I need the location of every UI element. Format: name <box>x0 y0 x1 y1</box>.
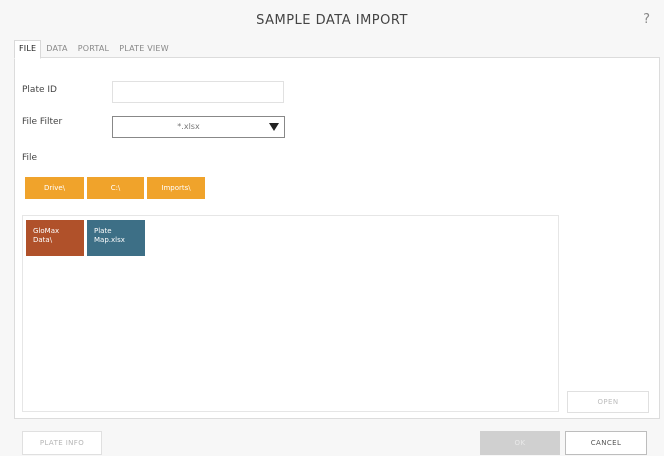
folder-tile-name: GloMax <box>33 227 60 235</box>
tab-file[interactable]: FILE <box>14 40 42 59</box>
file-tile-plate-map[interactable]: Plate Map.xlsx <box>87 220 145 256</box>
plate-id-label: Plate ID <box>22 85 57 95</box>
file-tab-panel: Plate ID File Filter *.xlsx File Drive\ … <box>14 57 660 419</box>
chevron-down-icon <box>269 123 279 131</box>
file-filter-value: *.xlsx <box>177 122 200 131</box>
file-browser: GloMax Data\ Plate Map.xlsx <box>22 215 559 412</box>
file-tile-name: Map.xlsx <box>94 236 125 244</box>
breadcrumb-drive[interactable]: Drive\ <box>25 177 84 199</box>
file-tile-name: Plate <box>94 227 112 235</box>
breadcrumb-imports[interactable]: Imports\ <box>147 177 205 199</box>
cancel-button[interactable]: CANCEL <box>565 431 647 455</box>
title-bar: SAMPLE DATA IMPORT ? <box>0 0 664 40</box>
breadcrumb: Drive\ C:\ Imports\ <box>25 177 205 199</box>
breadcrumb-c-drive[interactable]: C:\ <box>87 177 144 199</box>
file-filter-dropdown[interactable]: *.xlsx <box>112 116 285 138</box>
folder-tile-glomax-data[interactable]: GloMax Data\ <box>26 220 84 256</box>
plate-info-button[interactable]: PLATE INFO <box>22 431 102 455</box>
help-icon[interactable]: ? <box>643 12 650 27</box>
plate-id-input[interactable] <box>112 81 284 103</box>
open-button[interactable]: OPEN <box>567 391 649 413</box>
ok-button[interactable]: OK <box>480 431 560 455</box>
dialog-title: SAMPLE DATA IMPORT <box>256 13 408 28</box>
tab-bar: FILE DATA PORTAL PLATE VIEW <box>14 40 174 59</box>
file-filter-label: File Filter <box>22 117 63 127</box>
folder-tile-name: Data\ <box>33 236 53 244</box>
file-label: File <box>22 153 38 163</box>
